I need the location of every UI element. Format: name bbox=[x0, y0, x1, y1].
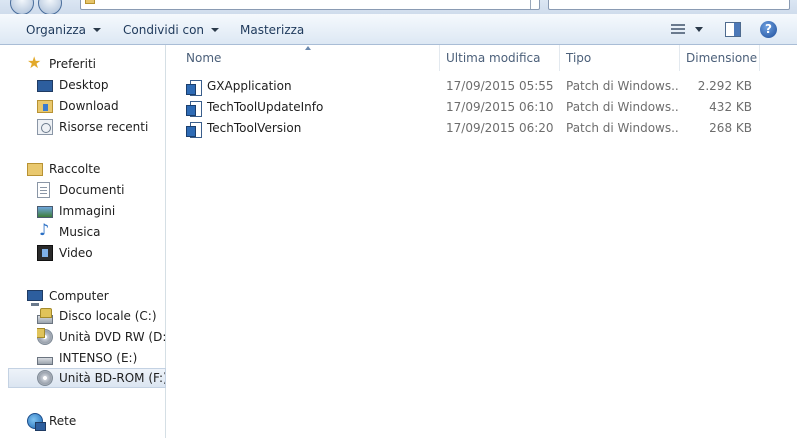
nav-bd-drive-label: Unità BD-ROM (F:) F bbox=[59, 371, 166, 385]
help-icon[interactable]: ? bbox=[760, 21, 777, 38]
nav-video[interactable]: Video bbox=[37, 243, 93, 263]
search-input[interactable] bbox=[548, 0, 790, 10]
column-header-date[interactable]: Ultima modifica bbox=[440, 45, 560, 71]
nav-images[interactable]: Immagini bbox=[37, 201, 115, 221]
sort-ascending-icon bbox=[305, 46, 311, 50]
nav-music-label: Musica bbox=[59, 225, 101, 239]
file-row[interactable]: TechToolUpdateInfo 17/09/2015 06:10 Patc… bbox=[180, 97, 760, 118]
nav-bd-drive[interactable]: Unità BD-ROM (F:) F bbox=[8, 368, 166, 388]
view-details-icon[interactable] bbox=[671, 24, 685, 36]
file-size: 432 KB bbox=[709, 100, 752, 114]
preview-pane-icon[interactable] bbox=[725, 22, 741, 37]
star-icon bbox=[27, 53, 43, 72]
file-date: 17/09/2015 06:20 bbox=[446, 121, 554, 135]
nav-libraries[interactable]: Raccolte bbox=[27, 159, 100, 179]
back-button[interactable] bbox=[10, 0, 34, 15]
dvd-drive-icon bbox=[37, 328, 53, 345]
nav-computer-label: Computer bbox=[49, 289, 109, 303]
hard-drive-icon bbox=[37, 307, 53, 324]
organize-label: Organizza bbox=[26, 23, 87, 37]
file-name: GXApplication bbox=[207, 79, 292, 93]
nav-images-label: Immagini bbox=[59, 204, 116, 218]
network-icon bbox=[27, 413, 46, 431]
registry-patch-file-icon bbox=[186, 100, 202, 117]
usb-drive-icon bbox=[37, 356, 53, 365]
nav-recent[interactable]: Risorse recenti bbox=[37, 117, 148, 137]
file-name: TechToolVersion bbox=[207, 121, 302, 135]
nav-video-label: Video bbox=[59, 246, 93, 260]
nav-recent-label: Risorse recenti bbox=[59, 120, 149, 134]
music-note-icon bbox=[37, 220, 53, 240]
nav-computer[interactable]: Computer bbox=[27, 286, 109, 306]
file-name: TechToolUpdateInfo bbox=[207, 100, 324, 114]
chevron-down-icon bbox=[211, 28, 220, 32]
file-size: 2.292 KB bbox=[697, 79, 752, 93]
nav-usb-drive[interactable]: INTENSO (E:) bbox=[37, 348, 137, 368]
computer-icon bbox=[27, 289, 43, 306]
forward-button[interactable] bbox=[38, 0, 62, 15]
download-folder-icon bbox=[37, 99, 53, 113]
nav-music[interactable]: Musica bbox=[37, 220, 101, 242]
file-date: 17/09/2015 05:55 bbox=[446, 79, 554, 93]
address-dropdown[interactable] bbox=[530, 0, 531, 9]
nav-documents-label: Documenti bbox=[59, 183, 125, 197]
nav-favorites[interactable]: Preferiti bbox=[27, 53, 96, 74]
share-with-button[interactable]: Condividi con bbox=[123, 21, 220, 39]
video-film-icon bbox=[37, 245, 53, 261]
file-type: Patch di Windows... bbox=[566, 121, 678, 135]
nav-local-disk-label: Disco locale (C:) bbox=[59, 309, 157, 323]
recent-places-icon bbox=[37, 119, 53, 135]
desktop-icon bbox=[37, 80, 53, 92]
organize-button[interactable]: Organizza bbox=[26, 21, 102, 39]
file-type: Patch di Windows... bbox=[566, 100, 678, 114]
file-row[interactable]: GXApplication 17/09/2015 05:55 Patch di … bbox=[180, 76, 760, 97]
nav-download-label: Download bbox=[59, 99, 119, 113]
file-name-cell: GXApplication bbox=[186, 76, 436, 97]
file-date: 17/09/2015 06:10 bbox=[446, 100, 554, 114]
column-header-size[interactable]: Dimensione bbox=[680, 45, 760, 71]
documents-icon bbox=[37, 182, 50, 198]
nav-local-disk[interactable]: Disco locale (C:) bbox=[37, 306, 157, 326]
file-name-cell: TechToolVersion bbox=[186, 118, 436, 139]
share-with-label: Condividi con bbox=[123, 23, 205, 37]
file-row[interactable]: TechToolVersion 17/09/2015 06:20 Patch d… bbox=[180, 118, 760, 139]
nav-dvd-drive[interactable]: Unità DVD RW (D:) C bbox=[37, 327, 166, 347]
registry-patch-file-icon bbox=[186, 121, 202, 138]
view-options-chevron-icon[interactable] bbox=[695, 27, 703, 32]
nav-usb-drive-label: INTENSO (E:) bbox=[59, 351, 138, 365]
burn-label: Masterizza bbox=[240, 23, 305, 37]
address-input[interactable] bbox=[80, 0, 540, 10]
address-bar-area bbox=[0, 0, 797, 15]
column-header-type[interactable]: Tipo bbox=[560, 45, 680, 71]
bd-rom-drive-icon bbox=[37, 370, 53, 386]
file-size: 268 KB bbox=[709, 121, 752, 135]
nav-desktop-label: Desktop bbox=[59, 78, 109, 92]
nav-network-label: Rete bbox=[49, 414, 77, 428]
chevron-down-icon bbox=[93, 28, 102, 32]
burn-button[interactable]: Masterizza bbox=[240, 21, 304, 39]
folder-icon bbox=[85, 0, 95, 4]
registry-patch-file-icon bbox=[186, 79, 202, 96]
file-type: Patch di Windows... bbox=[566, 79, 678, 93]
nav-documents[interactable]: Documenti bbox=[37, 180, 125, 200]
nav-favorites-label: Preferiti bbox=[49, 57, 96, 71]
nav-desktop[interactable]: Desktop bbox=[37, 75, 109, 95]
libraries-icon bbox=[27, 162, 43, 176]
nav-download[interactable]: Download bbox=[37, 96, 119, 116]
nav-network[interactable]: Rete bbox=[27, 411, 76, 431]
file-name-cell: TechToolUpdateInfo bbox=[186, 97, 436, 118]
nav-libraries-label: Raccolte bbox=[49, 162, 101, 176]
nav-dvd-drive-label: Unità DVD RW (D:) C bbox=[59, 330, 166, 344]
pictures-icon bbox=[37, 206, 53, 218]
command-bar: Organizza Condividi con Masterizza ? bbox=[0, 14, 797, 45]
